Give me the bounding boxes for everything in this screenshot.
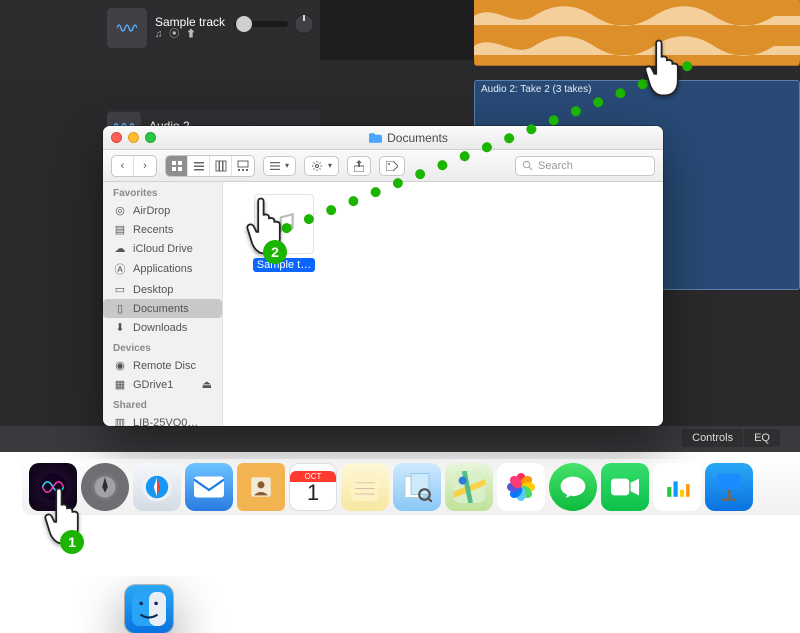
- audio-region[interactable]: Sample Track: [474, 0, 800, 66]
- documents-icon: ▯: [113, 302, 127, 315]
- sidebar-item-applications[interactable]: ⒶApplications: [103, 258, 222, 280]
- step-badge-2: 2: [263, 240, 287, 264]
- volume-slider[interactable]: [234, 21, 288, 27]
- sidebar-item-gdrive1[interactable]: ▦GDrive1⏏: [103, 375, 222, 394]
- dock-app-photos[interactable]: [497, 463, 545, 511]
- sidebar-heading: Shared: [103, 394, 222, 413]
- sidebar-item-remote-disc[interactable]: ◉Remote Disc: [103, 356, 222, 375]
- track-status-icons: ♫ ⦿ ⬆: [155, 29, 225, 41]
- dock-app-keynote[interactable]: [705, 463, 753, 511]
- track-header-1[interactable]: Sample track ♫ ⦿ ⬆: [107, 0, 320, 56]
- window-zoom-button[interactable]: [145, 132, 156, 143]
- file-name: Sample t…: [253, 258, 315, 272]
- dock-app-numbers[interactable]: [653, 463, 701, 511]
- cloud-icon: ☁: [113, 242, 127, 255]
- dock-app-notes[interactable]: [341, 463, 389, 511]
- apps-icon: Ⓐ: [113, 261, 127, 277]
- sidebar-item-desktop[interactable]: ▭Desktop: [103, 280, 222, 299]
- finder-titlebar[interactable]: Documents: [103, 126, 663, 150]
- step-badge-1: 1: [60, 530, 84, 554]
- tab-eq[interactable]: EQ: [744, 429, 780, 447]
- waveform-icon: [107, 8, 147, 48]
- sidebar-item-lib[interactable]: ▥LIB-25VQ0…: [103, 413, 222, 426]
- dock-app-mail[interactable]: [185, 463, 233, 511]
- sidebar-heading: Favorites: [103, 182, 222, 201]
- search-input[interactable]: Search: [515, 156, 655, 176]
- dock: OCT1: [22, 459, 800, 515]
- gallery-view-button[interactable]: [232, 156, 254, 176]
- desktop-icon: ▭: [113, 283, 127, 296]
- search-icon: [522, 160, 533, 171]
- sidebar-item-documents[interactable]: ▯Documents: [103, 299, 222, 318]
- sidebar-item-icloud[interactable]: ☁iCloud Drive: [103, 239, 222, 258]
- track-name: Sample track: [155, 15, 225, 29]
- forward-button[interactable]: ›: [134, 156, 156, 176]
- share-button[interactable]: [347, 156, 371, 176]
- downloads-icon: ⬇: [113, 321, 127, 334]
- back-button[interactable]: ‹: [112, 156, 134, 176]
- action-menu[interactable]: ▾: [304, 156, 339, 176]
- dock-area: OCT1: [0, 452, 800, 518]
- finder-content[interactable]: Sample t…: [223, 182, 663, 426]
- window-close-button[interactable]: [111, 132, 122, 143]
- view-switcher: [165, 155, 255, 177]
- tags-button[interactable]: [379, 156, 405, 176]
- disc-icon: ◉: [113, 359, 127, 372]
- dock-app-launchpad[interactable]: [81, 463, 129, 511]
- dock-app-contacts[interactable]: [237, 463, 285, 511]
- dock-app-maps[interactable]: [445, 463, 493, 511]
- eject-icon[interactable]: ⏏: [202, 378, 212, 391]
- sidebar-item-recents[interactable]: ▤Recents: [103, 220, 222, 239]
- search-placeholder: Search: [538, 160, 573, 172]
- nav-buttons: ‹ ›: [111, 155, 157, 177]
- dock-app-preview[interactable]: [393, 463, 441, 511]
- dock-app-calendar[interactable]: OCT1: [289, 463, 337, 511]
- dock-app-finder[interactable]: [125, 585, 173, 633]
- drive-icon: ▦: [113, 378, 127, 391]
- sidebar-item-airdrop[interactable]: ◎AirDrop: [103, 201, 222, 220]
- calendar-day: 1: [307, 482, 319, 504]
- dock-app-messages[interactable]: [549, 463, 597, 511]
- clock-icon: ▤: [113, 223, 127, 236]
- window-minimize-button[interactable]: [128, 132, 139, 143]
- pan-knob[interactable]: [294, 14, 314, 34]
- airdrop-icon: ◎: [113, 204, 127, 217]
- dock-app-siri[interactable]: [29, 463, 77, 511]
- arrange-menu[interactable]: ▾: [263, 156, 296, 176]
- sidebar-heading: Devices: [103, 337, 222, 356]
- daw-bottom-bar: Controls EQ: [0, 426, 800, 452]
- window-title: Documents: [369, 131, 448, 145]
- tab-controls[interactable]: Controls: [682, 429, 743, 447]
- article-background: [0, 518, 800, 576]
- finder-toolbar: ‹ › ▾ ▾ Search: [103, 150, 663, 182]
- finder-sidebar: Favorites ◎AirDrop ▤Recents ☁iCloud Driv…: [103, 182, 223, 426]
- finder-window: Documents ‹ › ▾ ▾ Search: [103, 126, 663, 426]
- dock-app-safari[interactable]: [133, 463, 181, 511]
- sidebar-item-downloads[interactable]: ⬇Downloads: [103, 318, 222, 337]
- column-view-button[interactable]: [210, 156, 232, 176]
- list-view-button[interactable]: [188, 156, 210, 176]
- icon-view-button[interactable]: [166, 156, 188, 176]
- dock-app-facetime[interactable]: [601, 463, 649, 511]
- network-icon: ▥: [113, 416, 127, 426]
